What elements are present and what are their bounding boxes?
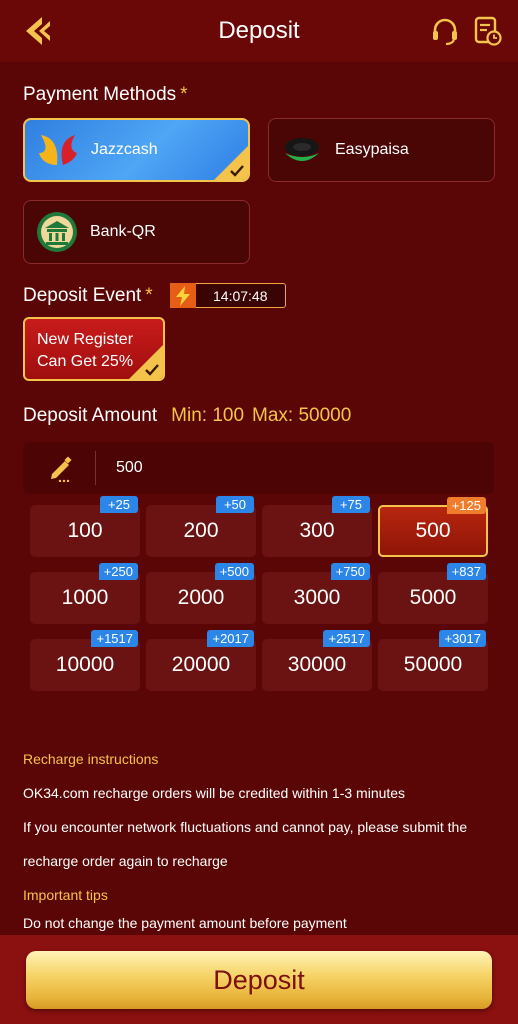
amount-options: 100 +25 200 +50 300 +75 500 +125 1000 +250 20… <box>30 496 488 691</box>
amount-field[interactable] <box>23 442 494 494</box>
jazzcash-logo-icon <box>39 135 77 165</box>
bank-logo-icon <box>37 212 77 252</box>
payment-methods-label: Payment Methods * <box>23 84 188 105</box>
checkmark-icon <box>145 364 159 376</box>
amount-value: 300 <box>299 519 335 542</box>
amount-option-30000[interactable]: 30000 +2517 <box>262 630 372 691</box>
amount-value: 5000 <box>409 586 457 609</box>
amount-option-300[interactable]: 300 +75 <box>262 496 372 557</box>
amount-value: 1000 <box>61 586 109 609</box>
amount-option-50000[interactable]: 50000 +3017 <box>378 630 488 691</box>
bonus-badge: +2517 <box>323 630 370 647</box>
amount-value: 30000 <box>287 653 347 676</box>
amount-value: 3000 <box>293 586 341 609</box>
amount-option-10000[interactable]: 10000 +1517 <box>30 630 140 691</box>
top-bar: Deposit <box>0 0 518 62</box>
amount-value: 20000 <box>171 653 231 676</box>
payment-method-bank-qr[interactable]: Bank-QR <box>23 200 250 264</box>
payment-method-name: Jazzcash <box>91 141 158 158</box>
instruction-line: recharge order again to recharge <box>23 853 228 869</box>
pencil-icon <box>51 456 72 482</box>
bonus-badge: +2017 <box>207 630 254 647</box>
page-title: Deposit <box>218 17 300 44</box>
amount-option-2000[interactable]: 2000 +500 <box>146 563 256 624</box>
bonus-badge: +75 <box>332 496 370 513</box>
instructions-heading: Recharge instructions <box>23 751 159 767</box>
payment-method-name: Easypaisa <box>335 141 409 158</box>
amount-option-3000[interactable]: 3000 +750 <box>262 563 372 624</box>
headset-icon[interactable] <box>430 16 460 46</box>
bonus-badge: +500 <box>214 563 254 580</box>
amount-value: 2000 <box>177 586 225 609</box>
recharge-instructions: Recharge instructions OK34.com recharge … <box>23 748 503 940</box>
bonus-badge: +3017 <box>439 630 486 647</box>
event-text: New Register Can Get 25% <box>37 331 134 370</box>
amount-value: 500 <box>415 519 451 542</box>
bonus-badge: +125 <box>446 497 486 514</box>
lightning-icon <box>170 283 196 308</box>
amount-option-1000[interactable]: 1000 +250 <box>30 563 140 624</box>
instruction-line: If you encounter network fluctuations an… <box>23 819 468 835</box>
bonus-badge: +1517 <box>91 630 138 647</box>
bonus-badge: +250 <box>98 563 138 580</box>
deposit-button[interactable]: Deposit <box>26 951 492 1009</box>
amount-option-500[interactable]: 500 +125 <box>378 497 488 557</box>
amount-option-100[interactable]: 100 +25 <box>30 496 140 557</box>
tips-heading: Important tips <box>23 887 108 903</box>
bonus-badge: +50 <box>216 496 254 513</box>
history-icon[interactable] <box>474 16 502 46</box>
countdown-time: 14:07:48 <box>213 287 268 304</box>
amount-input[interactable] <box>116 459 416 477</box>
payment-method-easypaisa[interactable]: Easypaisa <box>268 118 495 182</box>
bonus-badge: +25 <box>100 496 138 513</box>
amount-option-5000[interactable]: 5000 +837 <box>378 563 488 624</box>
bonus-badge: +837 <box>446 563 486 580</box>
amount-option-20000[interactable]: 20000 +2017 <box>146 630 256 691</box>
amount-value: 200 <box>183 519 219 542</box>
input-divider <box>95 451 96 485</box>
instruction-line: OK34.com recharge orders will be credite… <box>23 785 406 801</box>
bonus-badge: +750 <box>330 563 370 580</box>
amount-value: 50000 <box>403 653 463 676</box>
payment-method-jazzcash[interactable]: Jazzcash <box>23 118 250 182</box>
payment-method-name: Bank-QR <box>90 223 156 240</box>
checkmark-icon <box>230 165 244 177</box>
deposit-amount-label: Deposit Amount Min: 100 Max: 50000 <box>23 405 352 426</box>
deposit-event-label: Deposit Event * <box>23 285 153 306</box>
amount-option-200[interactable]: 200 +50 <box>146 496 256 557</box>
amount-value: 100 <box>67 519 103 542</box>
bottom-bar: Deposit <box>0 935 518 1024</box>
back-arrow-icon[interactable] <box>20 14 52 48</box>
event-countdown: 14:07:48 <box>170 283 286 308</box>
event-new-register[interactable]: New Register Can Get 25% <box>23 317 165 381</box>
amount-value: 10000 <box>55 653 115 676</box>
easypaisa-logo-icon <box>285 138 319 161</box>
